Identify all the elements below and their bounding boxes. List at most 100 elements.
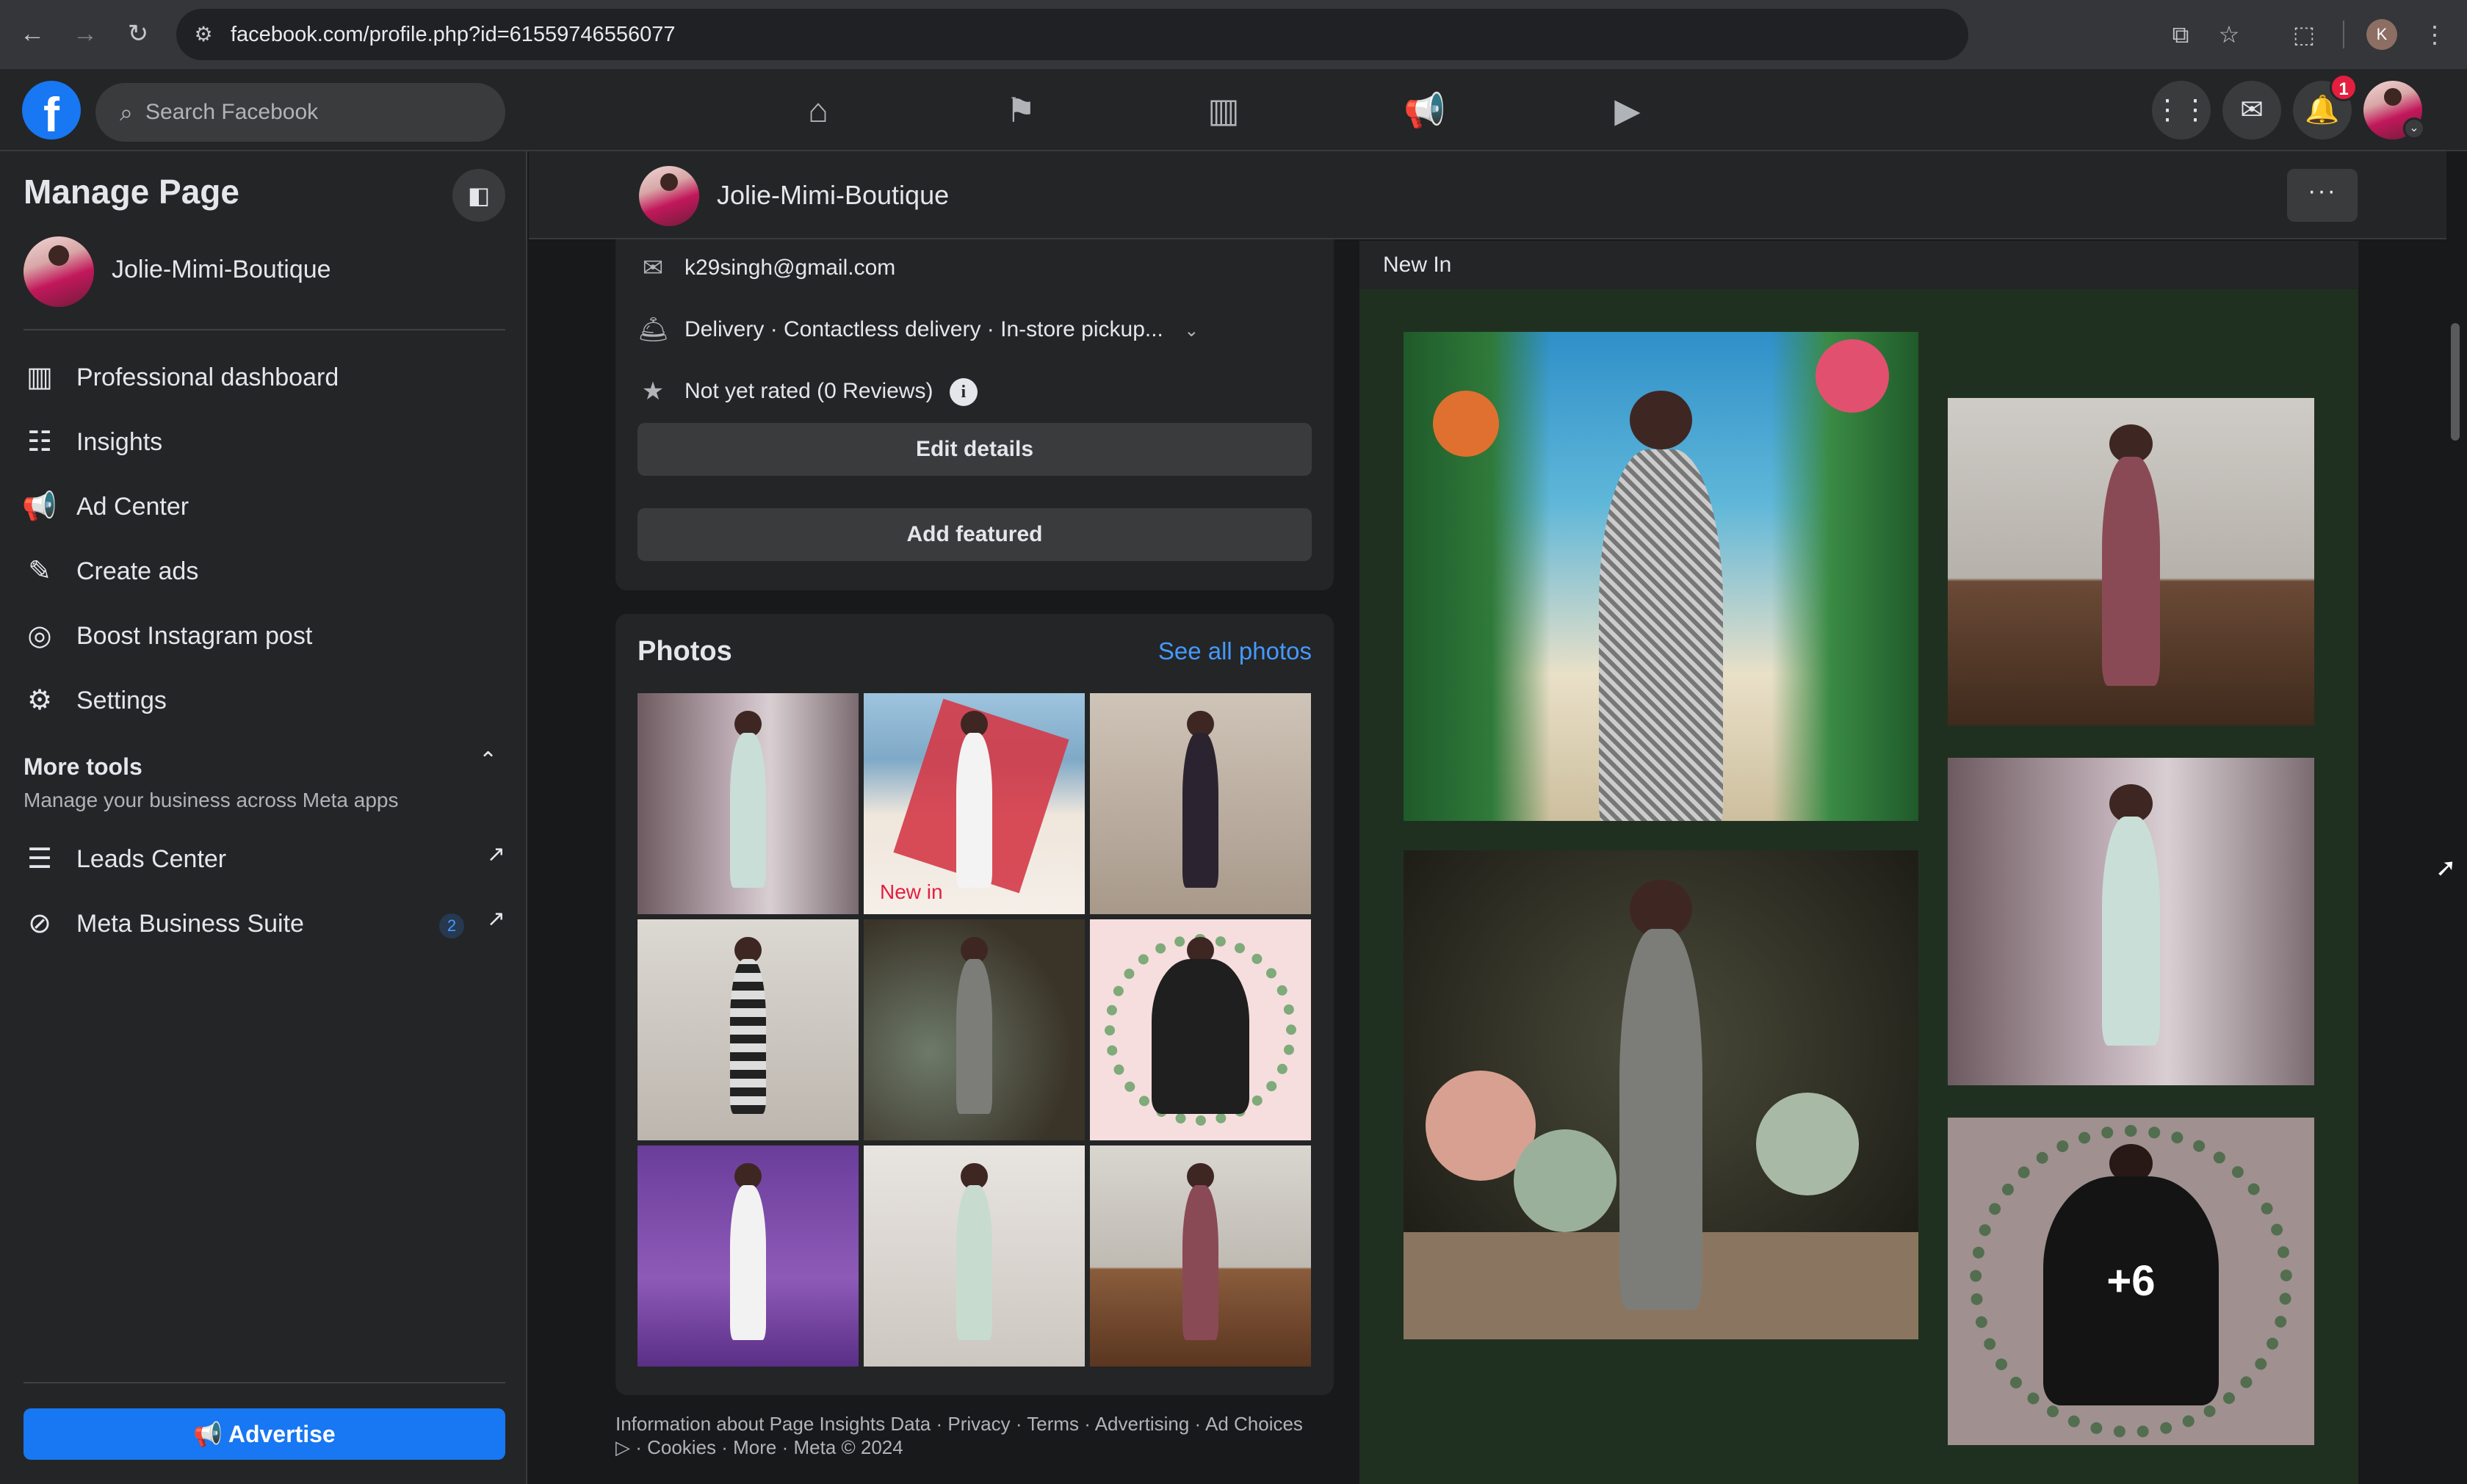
reload-icon[interactable]: ↻ [120, 16, 156, 51]
footer-links[interactable]: Information about Page Insights Data · P… [615, 1413, 1303, 1436]
leads-icon: ☰ [26, 844, 53, 875]
sidebar-item-label: Create ads [76, 557, 199, 585]
bookmark-star-icon[interactable]: ☆ [2211, 16, 2247, 53]
photo-thumbnail-new-in[interactable]: New in [864, 693, 1085, 914]
notification-badge: 1 [2330, 73, 2358, 101]
photo-thumbnail[interactable] [1090, 1145, 1311, 1367]
album-photo[interactable] [1948, 758, 2314, 1085]
photo-thumbnail[interactable] [1090, 693, 1311, 914]
star-icon: ★ [641, 377, 665, 405]
flag-icon[interactable]: ⚑ [987, 81, 1055, 140]
search-box[interactable]: ⌕ [95, 83, 505, 142]
person-figure [1182, 1185, 1218, 1340]
page-avatar[interactable] [24, 236, 94, 307]
browser-profile-avatar[interactable]: K [2366, 19, 2397, 50]
photo-thumbnail[interactable] [864, 1145, 1085, 1367]
chevron-up-icon[interactable]: ⌃ [479, 748, 497, 773]
photo-thumbnail[interactable] [864, 919, 1085, 1140]
add-featured-button[interactable]: Add featured [637, 508, 1312, 561]
sidebar-item-settings[interactable]: ⚙ Settings [13, 670, 513, 731]
external-link-icon: ↗ [486, 842, 505, 866]
photo-thumbnail[interactable] [637, 1145, 859, 1367]
sidebar-item-professional-dashboard[interactable]: ▥ Professional dashboard [13, 347, 513, 408]
apps-grid-icon[interactable]: ⋮⋮ [2152, 81, 2211, 140]
search-icon: ⌕ [120, 99, 133, 126]
sidebar-item-label: Insights [76, 428, 163, 456]
advertise-label: Advertise [228, 1421, 336, 1447]
album-photo-grid: +6 [1359, 289, 2358, 1484]
intro-card: ✉ k29singh@gmail.com 🛎 Delivery · Contac… [615, 239, 1334, 590]
person-figure [730, 959, 766, 1114]
install-app-icon[interactable]: ⧉ [2162, 16, 2199, 53]
info-icon[interactable]: i [949, 378, 978, 407]
album-photo[interactable] [1948, 398, 2314, 725]
sidebar-item-meta-business-suite[interactable]: ⊘ Meta Business Suite 2 ↗ [13, 893, 513, 955]
url-text[interactable]: facebook.com/profile.php?id=615597465560… [231, 9, 675, 60]
divider [24, 1382, 505, 1383]
collapse-sidebar-icon[interactable]: ◧ [452, 169, 505, 222]
person-figure [1619, 928, 1702, 1311]
insights-chart-icon[interactable]: ▥ [1190, 81, 1257, 140]
page-header-bar: Jolie-Mimi-Boutique ··· [529, 151, 2446, 239]
album-photo[interactable] [1404, 332, 1918, 821]
facebook-logo[interactable]: f [22, 81, 81, 140]
site-settings-icon[interactable]: ⚙ [189, 21, 217, 48]
service-bell-icon: 🛎 [637, 316, 670, 344]
instagram-icon: ◎ [27, 620, 52, 651]
advertise-button[interactable]: 📢 Advertise [24, 1408, 505, 1460]
divider [24, 329, 505, 330]
person-figure [956, 1185, 992, 1340]
browser-toolbar: ← → ↻ ⚙ facebook.com/profile.php?id=6155… [0, 0, 2467, 69]
sidebar-item-insights[interactable]: ☷ Insights [13, 411, 513, 473]
person-figure [730, 1185, 766, 1340]
email-text[interactable]: k29singh@gmail.com [685, 250, 895, 286]
album-photo[interactable] [1404, 850, 1918, 1339]
browser-menu-icon[interactable]: ⋮ [2416, 16, 2453, 53]
photo-thumbnail[interactable] [637, 919, 859, 1140]
back-icon[interactable]: ← [15, 16, 50, 51]
scrollbar[interactable] [2451, 323, 2460, 441]
facebook-header: f ⌕ ⌂ ⚑ ▥ 📢 ▶ ⋮⋮ ✉ 🔔 [0, 69, 2467, 151]
sidebar-item-leads-center[interactable]: ☰ Leads Center ↗ [13, 828, 513, 890]
footer-links-2[interactable]: ▷ · Cookies · More · Meta © 2024 [615, 1436, 903, 1459]
photos-title: Photos [637, 636, 732, 667]
person-figure [730, 733, 766, 888]
gear-icon: ⚙ [26, 685, 53, 716]
external-link-icon: ↗ [486, 907, 505, 931]
video-icon[interactable]: ▶ [1594, 81, 1661, 140]
account-caret-icon[interactable]: ⌄ [2403, 117, 2425, 140]
dashboard-icon: ▥ [26, 362, 53, 393]
photo-thumbnail[interactable] [1090, 919, 1311, 1140]
services-text[interactable]: Delivery · Contactless delivery · In-sto… [685, 311, 1199, 350]
services-label: Delivery · Contactless delivery · In-sto… [685, 317, 1163, 341]
person-head [1630, 390, 1692, 449]
home-icon[interactable]: ⌂ [784, 81, 852, 140]
pencil-icon: ✎ [28, 556, 51, 587]
page-avatar[interactable] [639, 166, 699, 226]
sidebar-item-create-ads[interactable]: ✎ Create ads [13, 540, 513, 602]
sidebar-item-ad-center[interactable]: 📢 Ad Center [13, 476, 513, 538]
sidebar-item-label: Leads Center [76, 845, 227, 873]
sidebar-item-label: Settings [76, 687, 167, 714]
photo-thumbnail[interactable] [637, 693, 859, 914]
sidebar-title: Manage Page [24, 173, 239, 211]
see-all-photos-link[interactable]: See all photos [1158, 637, 1312, 665]
person-figure [956, 733, 992, 888]
extensions-icon[interactable]: ⬚ [2286, 16, 2322, 53]
more-options-button[interactable]: ··· [2287, 169, 2358, 222]
forward-icon[interactable]: → [68, 16, 103, 51]
messenger-icon[interactable]: ✉ [2222, 81, 2281, 140]
toolbar-divider [2343, 21, 2344, 48]
sidebar-item-boost-instagram-post[interactable]: ◎ Boost Instagram post [13, 605, 513, 667]
search-input[interactable] [145, 83, 491, 142]
megaphone-icon: 📢 [22, 491, 57, 522]
address-bar[interactable]: ⚙ facebook.com/profile.php?id=6155974655… [176, 9, 1968, 60]
rating-label: Not yet rated (0 Reviews) [685, 379, 933, 403]
album-photo-more[interactable]: +6 [1948, 1118, 2314, 1445]
edit-details-button[interactable]: Edit details [637, 423, 1312, 476]
megaphone-icon[interactable]: 📢 [1391, 81, 1459, 140]
chevron-down-icon[interactable]: ⌄ [1184, 321, 1199, 341]
more-tools-title[interactable]: More tools [24, 753, 142, 781]
sidebar-page-name[interactable]: Jolie-Mimi-Boutique [112, 256, 331, 284]
page-name[interactable]: Jolie-Mimi-Boutique [717, 151, 949, 239]
